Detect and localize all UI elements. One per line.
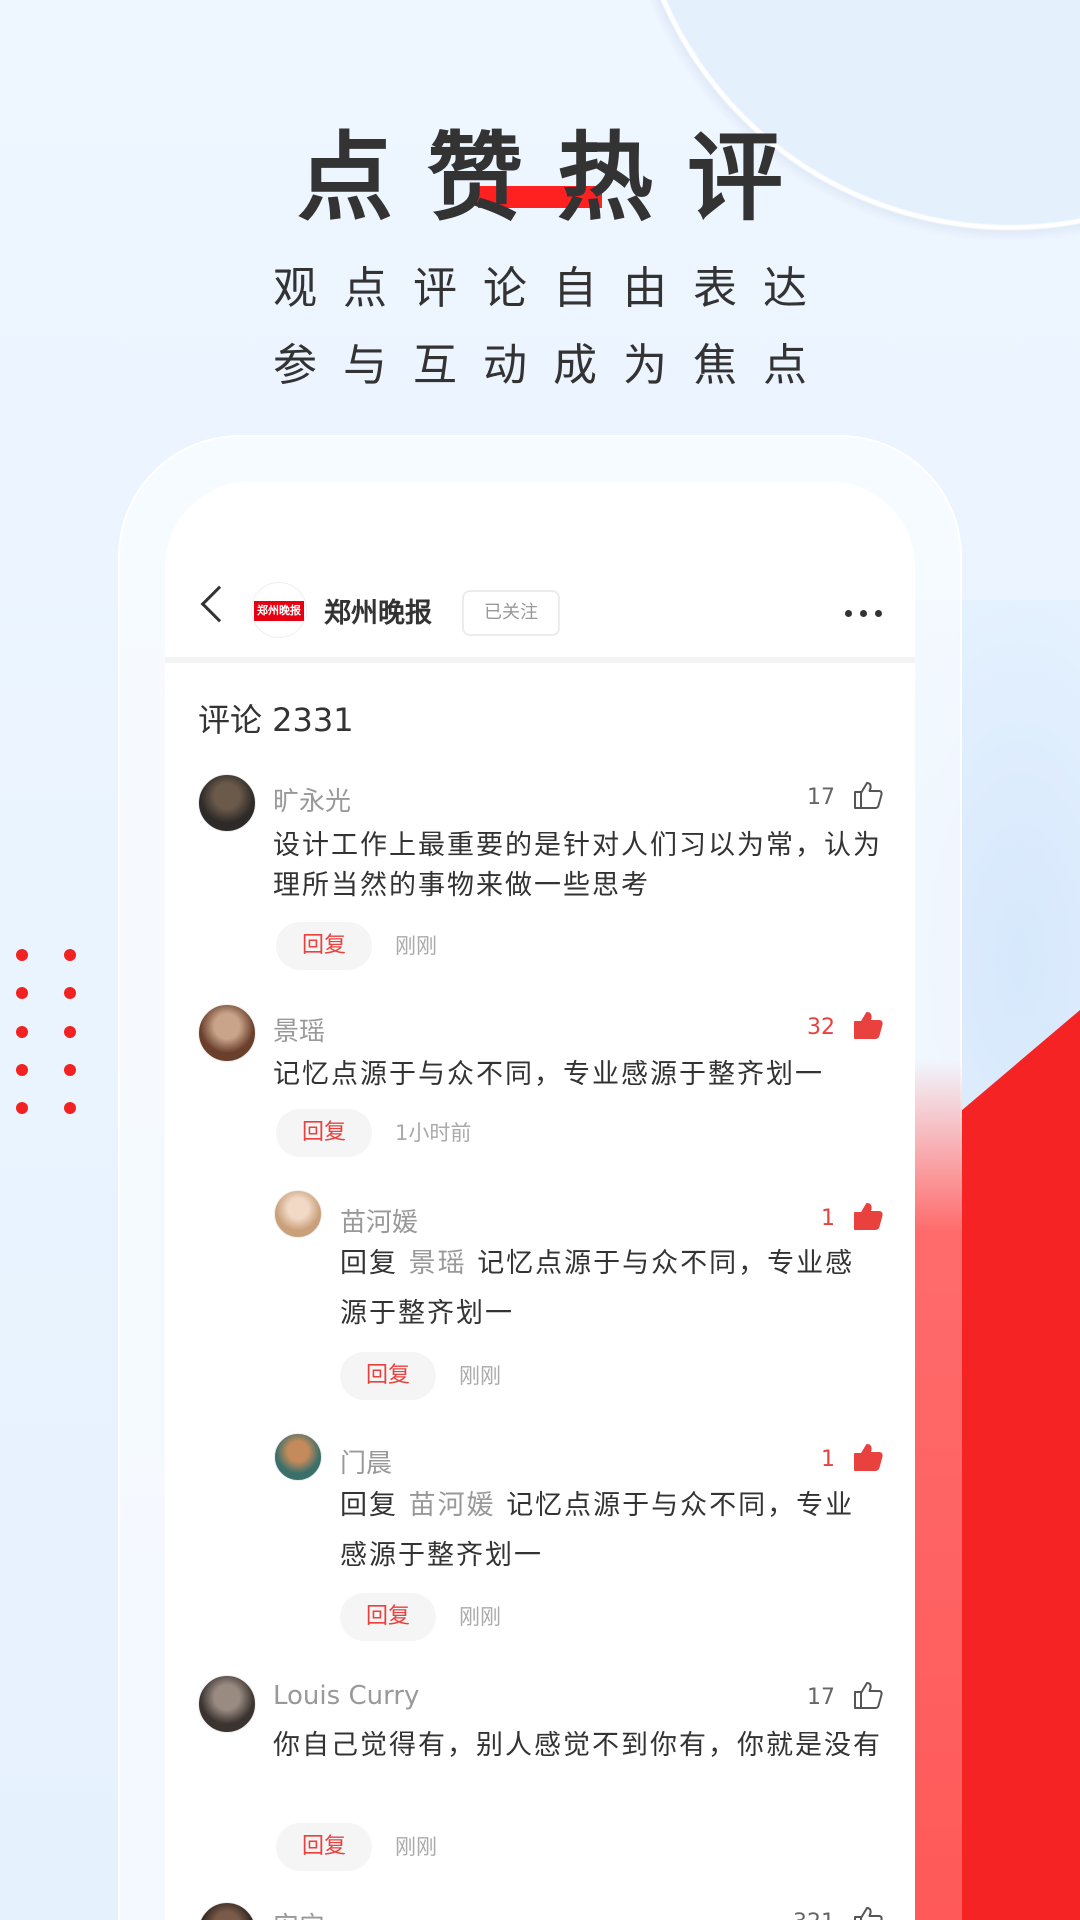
like-count: 32 [807, 1015, 835, 1040]
more-dots-icon[interactable] [845, 610, 882, 617]
reply-button[interactable]: 回复 [276, 1109, 372, 1157]
thumbs-up-icon[interactable] [852, 1679, 884, 1711]
avatar[interactable] [198, 1675, 256, 1733]
decorative-dot [16, 949, 28, 961]
comment-time: 刚刚 [459, 1364, 501, 1388]
divider [165, 657, 915, 663]
comment-author[interactable]: 安宁 [273, 1906, 325, 1920]
promo-subtitle-1: 观点评论自由表达 [273, 263, 833, 314]
decorative-dot [16, 987, 28, 999]
avatar[interactable] [274, 1190, 322, 1238]
avatar[interactable] [198, 774, 256, 832]
comment-text: 设计工作上最重要的是针对人们习以为常，认为理所当然的事物来做一些思考 [273, 830, 882, 901]
decorative-gradient-strip [915, 1060, 962, 1920]
logo-band: 郑州晚报 [254, 601, 304, 621]
reply-prefix: 回复 [340, 1490, 398, 1521]
decorative-dot [64, 1102, 76, 1114]
publisher-name[interactable]: 郑州晚报 [324, 591, 432, 630]
promo-subtitle-2: 参与互动成为焦点 [273, 340, 833, 391]
phone-screen: 郑州晚报 郑州晚报 已关注 评论 2331 旷永光 17 设计工作上最重要的是针对人… [165, 481, 915, 1920]
thumbs-up-icon[interactable] [852, 1200, 884, 1232]
thumbs-up-icon[interactable] [852, 779, 884, 811]
avatar[interactable] [198, 1004, 256, 1062]
comment-text: 回复 苗河媛 记忆点源于与众不同，专业感源于整齐划一 [340, 1481, 870, 1581]
decorative-dot [64, 1026, 76, 1038]
like-count: 17 [807, 785, 835, 810]
decorative-dot [64, 987, 76, 999]
avatar[interactable] [274, 1433, 322, 1481]
comment-time: 1小时前 [395, 1121, 472, 1145]
like-count: 1 [821, 1206, 835, 1231]
promo-title: 点赞热评 [297, 122, 817, 234]
comment-time: 刚刚 [459, 1605, 501, 1629]
thumbs-up-icon[interactable] [852, 1441, 884, 1473]
comment-author[interactable]: 苗河媛 [340, 1202, 418, 1239]
reply-to-user[interactable]: 景瑶 [409, 1248, 467, 1279]
decorative-dot [64, 949, 76, 961]
comment-text: 你自己觉得有，别人感觉不到你有，你就是没有 [273, 1730, 882, 1761]
comment-time: 刚刚 [395, 934, 437, 958]
comment-author[interactable]: 门晨 [340, 1443, 392, 1480]
reply-button[interactable]: 回复 [276, 1823, 372, 1871]
publisher-logo[interactable]: 郑州晚报 [251, 582, 307, 638]
comments-count-title: 评论 2331 [198, 701, 354, 739]
decorative-red-shape [962, 1010, 1080, 1920]
comment-text: 记忆点源于与众不同，专业感源于整齐划一 [273, 1059, 824, 1090]
like-count: 17 [807, 1685, 835, 1710]
reply-prefix: 回复 [340, 1248, 398, 1279]
like-count: 321 [755, 1910, 835, 1920]
comment-author[interactable]: Louis Curry [273, 1681, 419, 1711]
reply-button[interactable]: 回复 [340, 1593, 436, 1641]
reply-to-user[interactable]: 苗河媛 [409, 1490, 496, 1521]
chevron-left-icon[interactable] [200, 585, 238, 623]
comment-text: 回复 景瑶 记忆点源于与众不同，专业感源于整齐划一 [340, 1239, 870, 1339]
like-count: 1 [821, 1447, 835, 1472]
decorative-dot [64, 1064, 76, 1076]
decorative-dot [16, 1064, 28, 1076]
comment-author[interactable]: 旷永光 [273, 781, 351, 818]
avatar[interactable] [198, 1902, 256, 1920]
thumbs-up-icon[interactable] [852, 1904, 884, 1920]
decorative-dot [16, 1026, 28, 1038]
decorative-dot [16, 1102, 28, 1114]
follow-button[interactable]: 已关注 [462, 590, 560, 636]
reply-button[interactable]: 回复 [276, 922, 372, 970]
comment-author[interactable]: 景瑶 [273, 1011, 325, 1048]
thumbs-up-icon[interactable] [852, 1009, 884, 1041]
comment-time: 刚刚 [395, 1835, 437, 1859]
reply-button[interactable]: 回复 [340, 1352, 436, 1400]
